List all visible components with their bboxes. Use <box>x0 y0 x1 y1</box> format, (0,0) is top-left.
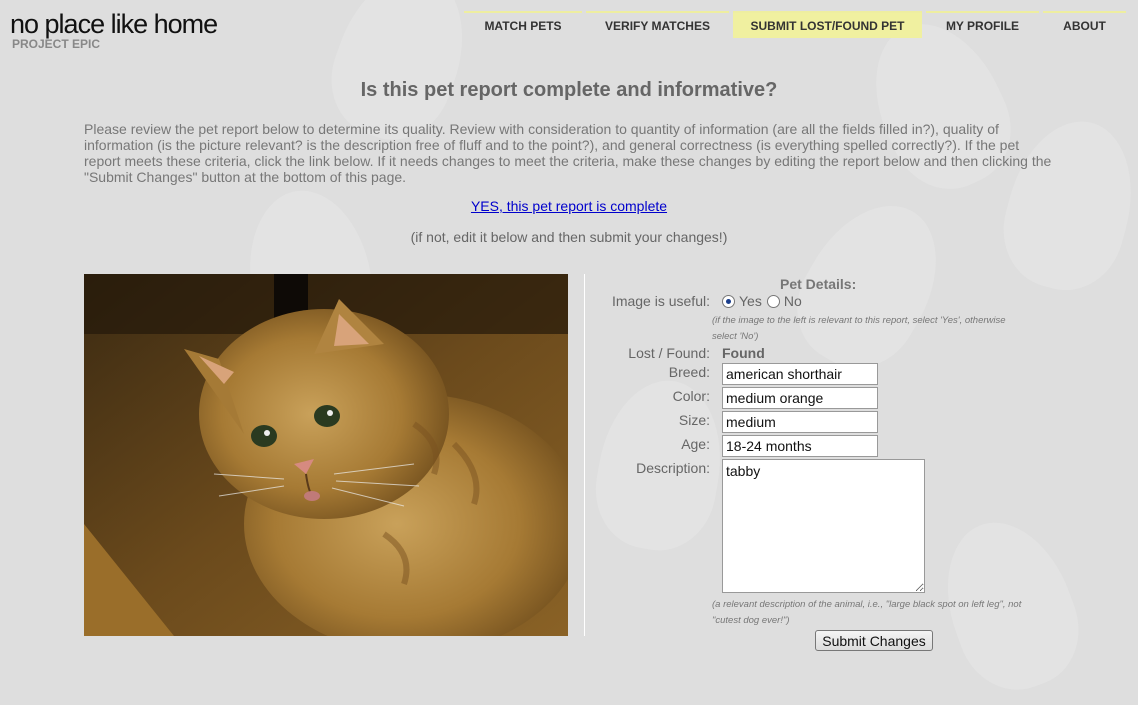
description-label: Description: <box>636 460 710 476</box>
nav-verify-matches[interactable]: VERIFY MATCHES <box>586 11 729 38</box>
nav-my-profile[interactable]: MY PROFILE <box>926 11 1039 38</box>
nav-match-pets[interactable]: MATCH PETS <box>464 11 582 38</box>
report-complete-link[interactable]: YES, this pet report is complete <box>471 198 667 214</box>
age-field[interactable] <box>722 435 878 457</box>
size-label: Size: <box>678 412 710 428</box>
breed-field[interactable] <box>722 363 878 385</box>
yes-link-wrapper: YES, this pet report is complete <box>0 198 1138 214</box>
brand: no place like home PROJECT EPIC <box>10 8 218 51</box>
breed-label: Breed: <box>668 364 710 380</box>
column-divider <box>584 274 585 636</box>
age-label: Age: <box>681 436 710 452</box>
size-field[interactable] <box>722 411 878 433</box>
description-hint: (a relevant description of the animal, i… <box>712 599 1022 626</box>
nav-submit-lost-found-pet[interactable]: SUBMIT LOST/FOUND PET <box>733 11 922 38</box>
instructions-text: Please review the pet report below to de… <box>84 121 1052 185</box>
color-field[interactable] <box>722 387 878 409</box>
image-useful-radio-group: Yes No <box>721 293 802 309</box>
color-label: Color: <box>672 388 710 404</box>
image-useful-label: Image is useful: <box>611 293 710 309</box>
main-nav: MATCH PETS VERIFY MATCHES SUBMIT LOST/FO… <box>464 11 1130 38</box>
image-useful-no-radio[interactable] <box>766 294 780 308</box>
lost-found-label: Lost / Found: <box>628 345 710 361</box>
pet-details-title: Pet Details: <box>780 276 857 292</box>
image-hint: (if the image to the left is relevant to… <box>712 315 1006 342</box>
pet-photo <box>84 274 568 636</box>
image-useful-no-label: No <box>783 293 802 309</box>
image-useful-yes-radio[interactable] <box>722 294 735 308</box>
site-title: no place like home <box>10 9 218 39</box>
submit-changes-button[interactable]: Submit Changes <box>815 630 933 651</box>
lost-found-value: Found <box>722 345 765 361</box>
image-useful-yes-label: Yes <box>739 293 762 309</box>
description-textarea[interactable]: tabby <box>722 459 925 593</box>
page-heading: Is this pet report complete and informat… <box>360 79 778 101</box>
edit-instructions: (if not, edit it below and then submit y… <box>410 229 728 245</box>
nav-about[interactable]: ABOUT <box>1043 11 1126 38</box>
